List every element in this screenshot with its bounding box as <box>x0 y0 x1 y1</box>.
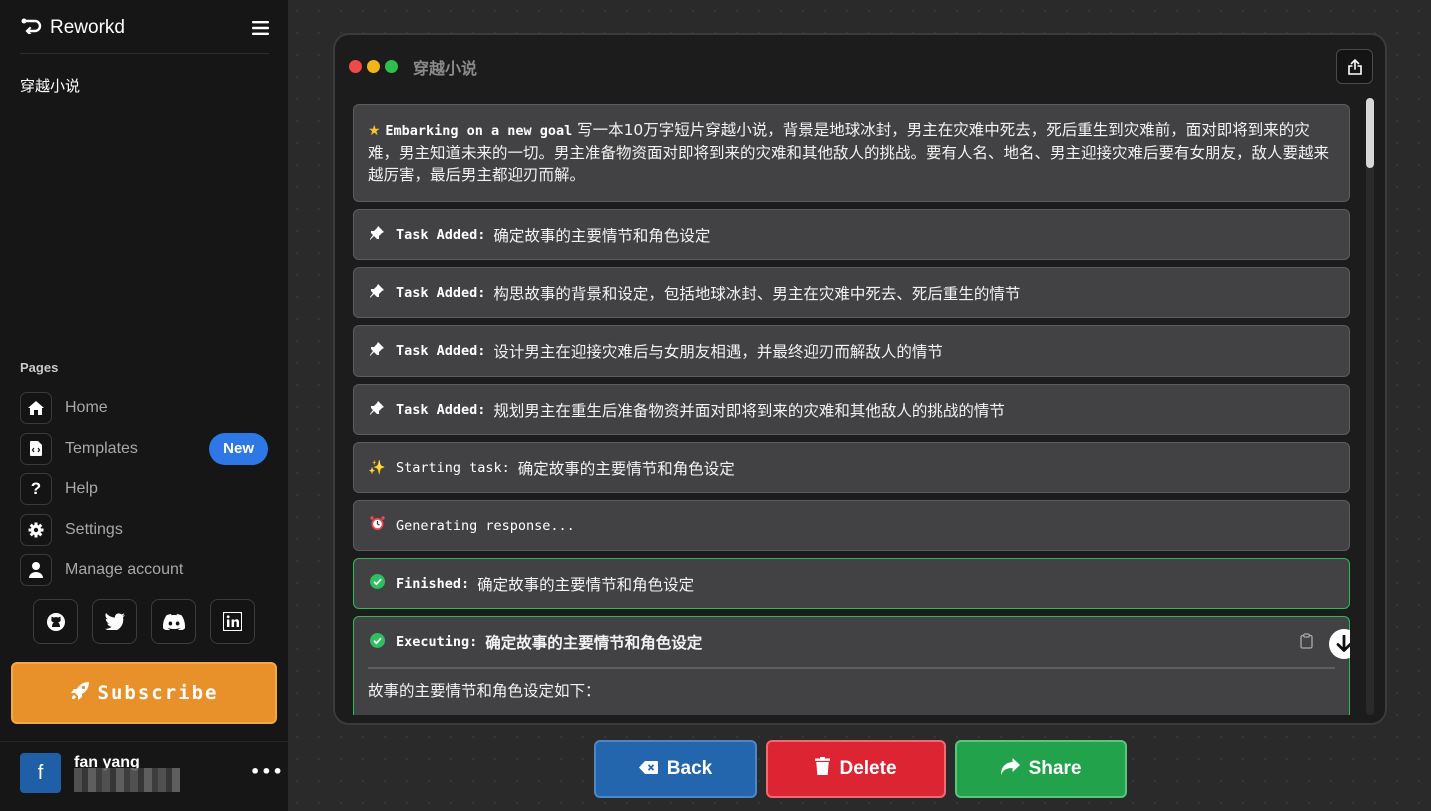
nav-settings[interactable]: Settings <box>20 510 270 551</box>
task-text: 构思故事的背景和设定，包括地球冰封、男主在灾难中死去、死后重生的情节 <box>493 284 1021 303</box>
goal-message: ★ Embarking on a new goal 写一本10万字短片穿越小说，… <box>353 104 1350 202</box>
executing-body: 故事的主要情节和角色设定如下： <box>368 682 601 700</box>
reworkd-logo-icon <box>20 18 42 38</box>
scrollbar-thumb[interactable] <box>1366 98 1374 168</box>
star-icon: ★ <box>368 123 381 139</box>
subscribe-button[interactable]: Subscribe <box>11 662 277 724</box>
brand-name: Reworkd <box>50 17 125 38</box>
finished-prefix: Finished: <box>396 575 470 592</box>
gear-icon <box>20 513 52 546</box>
brand[interactable]: Reworkd <box>20 14 125 42</box>
task-prefix: Task Added: <box>396 284 486 301</box>
back-label: Back <box>666 758 713 779</box>
pin-icon <box>368 225 386 244</box>
finished-text: 确定故事的主要情节和角色设定 <box>477 575 695 594</box>
nav-settings-label: Settings <box>65 520 123 538</box>
export-icon[interactable] <box>1336 49 1373 84</box>
sparkles-icon: ✨ <box>368 459 386 476</box>
task-prefix: Task Added: <box>396 343 486 359</box>
home-icon <box>20 392 52 425</box>
task-text: 设计男主在迎接灾难后与女朋友相遇，并最终迎刃而解敌人的情节 <box>493 343 943 361</box>
task-added-message: Task Added: 构思故事的背景和设定，包括地球冰封、男主在灾难中死去、死… <box>353 267 1350 318</box>
task-text: 确定故事的主要情节和角色设定 <box>493 226 711 245</box>
generating-message: Generating response... <box>353 500 1350 551</box>
discord-icon[interactable] <box>151 599 196 644</box>
github-icon[interactable] <box>33 599 78 644</box>
nav-help-label: Help <box>65 480 98 498</box>
executing-divider <box>368 667 1335 669</box>
log-scrollbar[interactable] <box>1366 98 1374 715</box>
new-badge: New <box>209 432 268 465</box>
minimize-dot <box>367 60 380 73</box>
executing-message: Executing: 确定故事的主要情节和角色设定 故事的主要情节和角色设定如下… <box>353 616 1350 715</box>
nav-templates-label: Templates <box>65 439 138 457</box>
trash-icon <box>815 757 831 781</box>
task-added-message: Task Added: 规划男主在重生后准备物资并面对即将到来的灾难和其他敌人的… <box>353 384 1350 435</box>
finished-message: Finished: 确定故事的主要情节和角色设定 <box>353 558 1350 609</box>
user-icon <box>20 554 52 587</box>
delete-button[interactable]: Delete <box>766 740 946 798</box>
sidebar-divider <box>20 53 269 54</box>
delete-label: Delete <box>839 758 897 779</box>
pages-nav: Home Templates New ? Help Settings Manag… <box>20 388 270 591</box>
alarm-clock-icon <box>368 516 386 535</box>
nav-help[interactable]: ? Help <box>20 469 270 510</box>
subscribe-label: Subscribe <box>97 682 219 704</box>
question-icon: ? <box>20 473 52 506</box>
share-label: Share <box>1028 758 1082 779</box>
executing-prefix: Executing: <box>396 634 478 650</box>
sidebar-footer-divider <box>0 741 289 742</box>
scroll-down-icon[interactable] <box>1329 629 1350 659</box>
sidebar: Reworkd 穿越小说 Pages Home Templates New ? … <box>0 0 289 811</box>
share-arrow-icon <box>1000 757 1020 781</box>
task-added-message: Task Added: 设计男主在迎接灾难后与女朋友相遇，并最终迎刃而解敌人的情… <box>353 325 1350 377</box>
check-circle-icon <box>368 574 386 593</box>
file-code-icon <box>20 432 52 465</box>
sidebar-agent-item[interactable]: 穿越小说 <box>20 75 80 96</box>
agent-window: 穿越小说 ★ Embarking on a new goal 写一本10万字短片… <box>333 33 1387 725</box>
twitter-icon[interactable] <box>92 599 137 644</box>
goal-prefix: Embarking on a new goal <box>385 123 573 139</box>
linkedin-icon[interactable] <box>210 599 255 644</box>
social-links <box>33 599 255 644</box>
pages-heading: Pages <box>20 360 59 375</box>
more-options-icon[interactable]: ••• <box>250 762 284 781</box>
window-controls <box>349 60 398 73</box>
maximize-dot <box>385 60 398 73</box>
close-dot <box>349 60 362 73</box>
nav-home[interactable]: Home <box>20 388 270 429</box>
nav-manage-account[interactable]: Manage account <box>20 550 270 591</box>
menu-icon[interactable] <box>248 16 272 40</box>
generating-text: Generating response... <box>396 517 575 534</box>
avatar[interactable]: f <box>20 753 61 793</box>
back-button[interactable]: Back <box>594 740 757 798</box>
rocket-icon <box>70 681 90 706</box>
user-email-redacted <box>74 768 180 792</box>
pin-icon <box>368 342 386 360</box>
nav-manage-account-label: Manage account <box>65 561 184 579</box>
starting-text: 确定故事的主要情节和角色设定 <box>517 459 735 478</box>
share-button[interactable]: Share <box>955 740 1127 798</box>
backspace-icon <box>638 758 658 780</box>
starting-task-message: ✨ Starting task: 确定故事的主要情节和角色设定 <box>353 442 1350 493</box>
task-added-message: Task Added: 确定故事的主要情节和角色设定 <box>353 209 1350 260</box>
nav-home-label: Home <box>65 399 108 417</box>
window-title: 穿越小说 <box>413 59 478 78</box>
task-prefix: Task Added: <box>396 226 486 243</box>
check-circle-icon <box>368 632 386 652</box>
executing-text: 确定故事的主要情节和角色设定 <box>485 634 703 652</box>
task-text: 规划男主在重生后准备物资并面对即将到来的灾难和其他敌人的挑战的情节 <box>493 401 1005 420</box>
pin-icon <box>368 400 386 419</box>
message-log[interactable]: ★ Embarking on a new goal 写一本10万字短片穿越小说，… <box>353 104 1350 715</box>
pin-icon <box>368 283 386 302</box>
clipboard-icon[interactable] <box>1300 633 1313 653</box>
starting-prefix: Starting task: <box>396 459 510 476</box>
nav-templates[interactable]: Templates New <box>20 429 270 470</box>
task-prefix: Task Added: <box>396 401 486 418</box>
